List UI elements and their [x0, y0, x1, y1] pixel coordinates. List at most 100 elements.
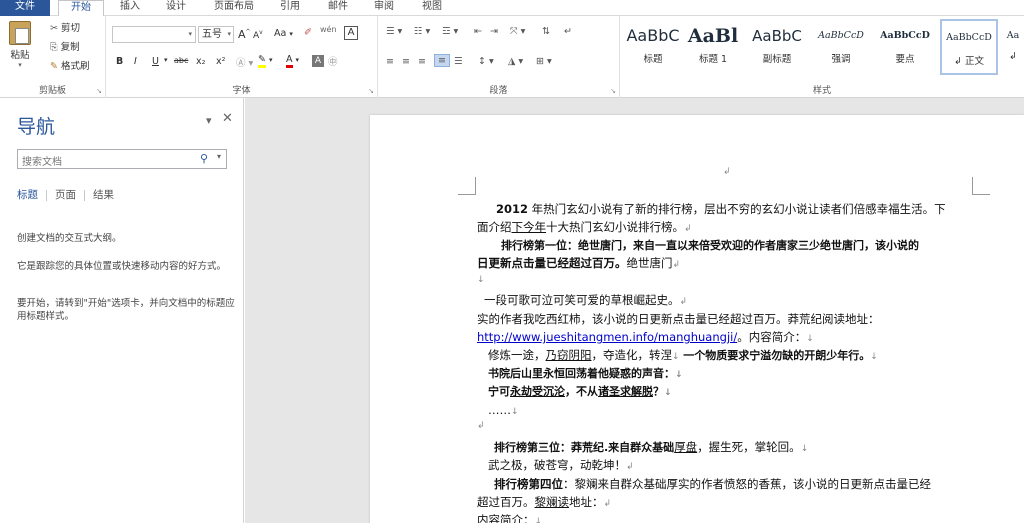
style-subtitle[interactable]: AaBbC 副标题 — [748, 19, 806, 75]
strikethrough-button[interactable]: abc — [174, 56, 188, 65]
dialog-launcher-icon[interactable]: ↘ — [96, 87, 102, 95]
tab-references[interactable]: 引用 — [280, 0, 300, 16]
subscript-button[interactable]: x₂ — [196, 56, 205, 67]
style-normal[interactable]: AaBbCcD ↲ 正文 — [940, 19, 998, 75]
change-case-button[interactable]: Aa ▾ — [274, 28, 293, 39]
paragraph-group: ☰ ▾ ☷ ▾ ☲ ▾ ⇤ ⇥ ⤧ ▾ ⇅ ↵ ≡ ≡ ≡ ≡ ☰ ↕ ▾ ◮ … — [378, 16, 620, 98]
chinese-layout-icon[interactable]: ⤧ ▾ — [510, 26, 525, 37]
justify-icon[interactable]: ≡ — [434, 54, 450, 67]
underline-dropdown-icon[interactable]: ▾ — [164, 56, 168, 64]
document-page[interactable]: ↲ 2012 年热门玄幻小说有了新的排行榜，层出不穷的玄幻小说让读者们倍感幸福生… — [370, 115, 1024, 523]
text-effects-icon[interactable]: Ⓐ ▾ — [236, 55, 253, 69]
paragraph-group-label: 段落 — [489, 86, 508, 96]
dialog-launcher-icon[interactable]: ↘ — [610, 87, 616, 95]
paragraph-mark-icon: ↲ — [626, 462, 634, 472]
style-emphasis[interactable]: AaBbCcD 强调 — [812, 19, 870, 75]
char-border-icon[interactable]: A — [344, 26, 358, 40]
bold-button[interactable]: B — [116, 56, 123, 67]
phonetic-guide-button[interactable]: wén — [320, 25, 337, 34]
dialog-launcher-icon[interactable]: ↘ — [368, 87, 374, 95]
text-run: 诸圣求解脱 — [598, 385, 653, 398]
chevron-down-icon[interactable]: ▾ — [217, 152, 221, 161]
underline-button[interactable]: U — [152, 56, 159, 67]
tab-insert[interactable]: 插入 — [120, 0, 140, 16]
tab-review[interactable]: 审阅 — [374, 0, 394, 16]
format-painter-button[interactable]: ✎ 格式刷 — [50, 58, 90, 72]
style-name: 标题 1 — [698, 54, 728, 65]
search-input[interactable]: 搜索文档 ⚲ ▾ — [17, 149, 227, 169]
decrease-indent-icon[interactable]: ⇤ — [474, 26, 482, 37]
clear-format-icon[interactable]: ✐ — [304, 27, 312, 38]
line-break-icon: ↓ — [806, 334, 814, 344]
sort-icon[interactable]: ⇅ — [542, 26, 550, 37]
file-tab[interactable]: 文件 — [0, 0, 50, 16]
borders-icon[interactable]: ⊞ ▾ — [536, 56, 552, 67]
doc-line: 排行榜第一位：绝世唐门，来自一直以来倍受欢迎的作者唐家三少绝世唐门，该小说的 — [501, 237, 919, 253]
styles-group-label: 样式 — [812, 86, 831, 96]
align-left-icon[interactable]: ≡ — [386, 56, 394, 67]
nav-help-text: 它是跟踪您的具体位置或快速移动内容的好方式。 — [17, 261, 227, 272]
text-run: 黎斓读 — [534, 495, 570, 509]
tab-home[interactable]: 开始 — [58, 0, 104, 17]
font-name-select[interactable]: ▾ — [112, 26, 196, 43]
font-color-button[interactable]: A ▾ — [286, 54, 299, 68]
chevron-down-icon: ▾ — [188, 30, 192, 38]
paste-button[interactable]: 粘贴 ▾ — [6, 21, 34, 69]
doc-line: 书院后山里永恒回荡着他疑惑的声音：↓ — [488, 365, 683, 381]
scissors-icon: ✂ — [50, 23, 58, 34]
url-link[interactable]: http://www.jueshitangmen.info/manghuangj… — [477, 330, 737, 344]
change-case-icon: Aa — [274, 28, 287, 39]
shrink-font-button[interactable]: Av — [253, 29, 263, 41]
tab-view[interactable]: 视图 — [422, 0, 442, 16]
style-heading-1[interactable]: AaBl 标题 1 — [684, 19, 742, 75]
text-run: 修炼一途， — [488, 348, 546, 362]
cut-button[interactable]: ✂ 剪切 — [50, 20, 80, 34]
style-no-spacing[interactable]: Aa ↲ — [1002, 19, 1024, 75]
superscript-button[interactable]: x² — [216, 56, 225, 67]
font-group: ▾ 五号 ▾ A^ Av Aa ▾ ✐ wén A B I U ▾ abc x₂… — [106, 16, 378, 98]
bullets-icon[interactable]: ☰ ▾ — [386, 26, 402, 37]
search-icon[interactable]: ⚲ — [200, 152, 208, 165]
font-size-select[interactable]: 五号 ▾ — [198, 26, 234, 43]
shading-icon[interactable]: ◮ ▾ — [508, 56, 523, 67]
multilevel-list-icon[interactable]: ☲ ▾ — [442, 26, 458, 37]
increase-indent-icon[interactable]: ⇥ — [490, 26, 498, 37]
cut-label: 剪切 — [61, 23, 81, 34]
tab-page-layout[interactable]: 页面布局 — [214, 0, 254, 16]
paragraph-mark-icon: ↲ — [679, 297, 688, 307]
style-sample: AaBbCcD — [818, 30, 864, 41]
italic-button[interactable]: I — [134, 56, 137, 67]
tab-divider — [46, 189, 47, 201]
line-break-icon: ↓ — [511, 407, 519, 417]
doc-line: 排行榜第四位：黎斓来自群众基础厚实的作者愤怒的香蕉，该小说的日更新点击量已经 — [494, 476, 931, 492]
grow-font-button[interactable]: A^ — [238, 28, 251, 41]
line-spacing-icon[interactable]: ↕ ▾ — [478, 56, 494, 67]
highlight-color-button[interactable]: ✎ ▾ — [258, 54, 273, 68]
text-run: 2012 — [496, 202, 529, 216]
close-icon[interactable]: ✕ — [222, 111, 233, 126]
pane-options-icon[interactable]: ▾ — [206, 114, 212, 127]
numbering-icon[interactable]: ☷ ▾ — [414, 26, 430, 37]
align-center-icon[interactable]: ≡ — [402, 56, 410, 67]
doc-line: 内容简介：↓ — [477, 512, 542, 523]
char-shading-icon[interactable]: A — [312, 55, 324, 67]
enclose-char-icon[interactable]: ㊥ — [328, 54, 338, 68]
distributed-icon[interactable]: ☰ — [454, 56, 463, 67]
align-right-icon[interactable]: ≡ — [418, 56, 426, 67]
style-sample: AaBbCcD — [946, 32, 992, 43]
tab-design[interactable]: 设计 — [166, 0, 186, 16]
style-strong[interactable]: AaBbCcD 要点 — [876, 19, 934, 75]
tab-headings[interactable]: 标题 — [17, 187, 38, 202]
style-title[interactable]: AaBbC 标题 — [624, 19, 682, 75]
show-marks-icon[interactable]: ↵ — [564, 26, 572, 37]
paragraph-mark-icon: ↲ — [603, 499, 612, 509]
paragraph-mark-icon: ↲ — [477, 421, 485, 431]
copy-button[interactable]: ⎘ 复制 — [50, 39, 80, 53]
tab-mailings[interactable]: 邮件 — [328, 0, 348, 16]
paragraph-mark-icon: ↲ — [672, 260, 681, 270]
line-break-icon: ↓ — [800, 444, 809, 454]
tab-pages[interactable]: 页面 — [55, 187, 76, 202]
text-run: 面介绍 — [477, 220, 512, 234]
style-sample: AaBbC — [626, 26, 680, 45]
tab-results[interactable]: 结果 — [93, 187, 114, 202]
